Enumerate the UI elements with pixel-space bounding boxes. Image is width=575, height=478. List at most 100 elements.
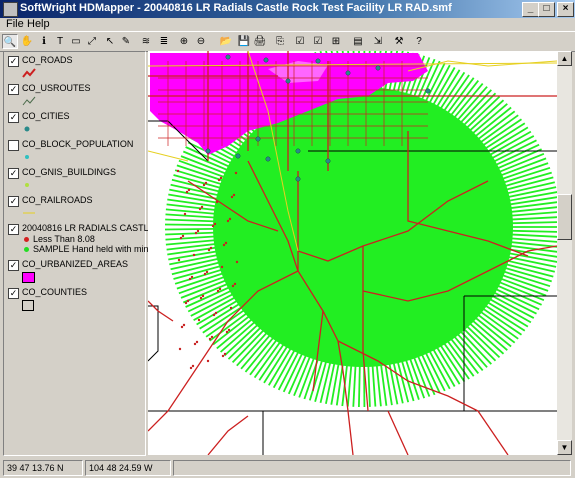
legend-layer-co-usroutes[interactable]: ✓ CO_USROUTES <box>6 82 146 108</box>
open-tool-icon: 📂 <box>219 36 233 47</box>
zoom-in-tool-icon: ⊕ <box>179 36 189 47</box>
city-marker <box>295 176 301 182</box>
app-icon[interactable] <box>3 2 18 17</box>
legend-layer-20040816-lr-radials-castle-ro[interactable]: ✓ 20040816 LR RADIALS CASTLE RO Less Than… <box>6 222 171 254</box>
check-tool-button[interactable]: ☑ <box>292 34 308 49</box>
weak-signal-point <box>216 289 220 293</box>
zoom-out-tool-icon: ⊖ <box>196 36 206 47</box>
layer-visibility-checkbox[interactable]: ✓ <box>8 288 19 299</box>
county-boundary <box>148 305 159 362</box>
legend-layer-co-block-population[interactable]: CO_BLOCK_POPULATION <box>6 138 146 164</box>
layers-tool-icon: ≋ <box>141 36 151 47</box>
settings-tool-button[interactable]: ⚒ <box>391 34 407 49</box>
weak-signal-point <box>201 294 205 298</box>
open-tool-button[interactable]: 📂 <box>218 34 234 49</box>
zoom-in-tool-button[interactable]: ⊕ <box>176 34 192 49</box>
add-layer-tool-icon: ⊞ <box>331 36 341 47</box>
layer-visibility-checkbox[interactable] <box>8 140 19 151</box>
text-tool-icon: T <box>56 36 64 47</box>
weak-signal-point <box>189 366 193 370</box>
select-tool-button[interactable]: ↖ <box>102 34 118 49</box>
legend-layer-co-cities[interactable]: ✓ CO_CITIES <box>6 110 146 136</box>
export-tool-button[interactable]: ⇲ <box>370 34 386 49</box>
copy-tool-button[interactable]: ⎘ <box>272 34 288 49</box>
weak-signal-point <box>205 270 209 274</box>
weak-signal-point <box>191 364 195 368</box>
menu-file[interactable]: File <box>6 18 24 30</box>
scroll-up-icon[interactable]: ▲ <box>557 51 572 66</box>
close-button[interactable]: × <box>557 2 574 17</box>
scroll-down-icon[interactable]: ▼ <box>557 440 572 455</box>
layer-visibility-checkbox[interactable]: ✓ <box>8 56 19 67</box>
layer-symbol-icon <box>22 152 36 165</box>
road <box>148 300 174 322</box>
weak-signal-point <box>225 330 229 334</box>
layer-symbol-icon <box>22 96 36 109</box>
weak-signal-point <box>197 318 201 322</box>
help-tool-icon: ? <box>416 36 422 47</box>
road <box>477 410 509 455</box>
print-tool-button[interactable]: 🖨 <box>252 34 268 49</box>
check-tool-icon: ☑ <box>295 36 305 47</box>
title-bar: SoftWright HDMapper - 20040816 LR Radial… <box>0 0 575 18</box>
info-tool-icon: ℹ <box>42 36 46 47</box>
weak-signal-point <box>213 222 217 226</box>
weak-signal-point <box>206 359 210 363</box>
layer-symbol-icon <box>22 208 36 221</box>
layer-visibility-checkbox[interactable]: ✓ <box>8 112 19 123</box>
pan-tool-button[interactable]: ✋ <box>19 34 35 49</box>
layer-name: CO_URBANIZED_AREAS <box>22 259 129 269</box>
save-tool-button[interactable]: 💾 <box>236 34 252 49</box>
legend-layer-co-urbanized-areas[interactable]: ✓ CO_URBANIZED_AREAS <box>6 258 146 284</box>
weak-signal-point <box>203 272 207 276</box>
minimize-button[interactable]: _ <box>522 2 539 17</box>
weak-signal-point <box>218 287 222 291</box>
layer-visibility-checkbox[interactable]: ✓ <box>8 196 19 207</box>
layer-visibility-checkbox[interactable]: ✓ <box>8 168 19 179</box>
check2-tool-icon: ☑ <box>313 36 323 47</box>
layer-visibility-checkbox[interactable]: ✓ <box>8 84 19 95</box>
info-tool-button[interactable]: ℹ <box>36 34 52 49</box>
help-tool-button[interactable]: ? <box>411 34 427 49</box>
line-tool-button[interactable]: ⤢ <box>84 34 100 49</box>
pick-tool-button[interactable]: ✎ <box>118 34 134 49</box>
maximize-button[interactable]: □ <box>538 2 555 17</box>
zoom-out-tool-button[interactable]: ⊖ <box>193 34 209 49</box>
weak-signal-point <box>210 335 214 339</box>
legend-layer-co-counties[interactable]: ✓ CO_COUNTIES <box>6 286 146 312</box>
zoom-tool-button[interactable]: 🔍 <box>2 34 18 49</box>
add-layer-tool-button[interactable]: ⊞ <box>328 34 344 49</box>
city-marker <box>315 58 321 64</box>
layer-visibility-checkbox[interactable]: ✓ <box>8 224 19 235</box>
weak-signal-point <box>186 299 190 303</box>
legend-layer-co-roads[interactable]: ✓ CO_ROADS <box>6 54 146 80</box>
weak-signal-point <box>229 306 233 310</box>
scroll-thumb[interactable] <box>557 194 572 240</box>
layer-props-tool-button[interactable]: ≣ <box>156 34 172 49</box>
layer-name: CO_ROADS <box>22 55 73 65</box>
label-tool-button[interactable]: ▭ <box>68 34 84 49</box>
vertical-scrollbar[interactable]: ▲ ▼ <box>557 51 572 455</box>
city-marker <box>235 153 241 159</box>
legend-layer-co-gnis-buildings[interactable]: ✓ CO_GNIS_BUILDINGS <box>6 166 146 192</box>
text-tool-button[interactable]: T <box>52 34 68 49</box>
map-canvas[interactable] <box>148 51 557 455</box>
layer-symbol-icon <box>22 68 36 81</box>
weak-signal-point <box>227 328 231 332</box>
weak-signal-point <box>235 260 239 264</box>
weak-signal-point <box>187 188 191 192</box>
weak-signal-point <box>204 181 208 185</box>
settings-tool-icon: ⚒ <box>394 36 404 47</box>
check2-tool-button[interactable]: ☑ <box>310 34 326 49</box>
weak-signal-point <box>176 169 180 173</box>
print-tool-icon: 🖨 <box>253 36 267 47</box>
table-tool-button[interactable]: ▤ <box>350 34 366 49</box>
layer-visibility-checkbox[interactable]: ✓ <box>8 260 19 271</box>
menu-help[interactable]: Help <box>27 18 50 30</box>
layers-tool-button[interactable]: ≋ <box>138 34 154 49</box>
menu-bar: File Help <box>0 18 575 31</box>
class-label: Less Than 8.08 <box>33 234 95 244</box>
legend-layer-co-railroads[interactable]: ✓ CO_RAILROADS <box>6 194 146 220</box>
line-tool-icon: ⤢ <box>88 36 96 47</box>
weak-signal-point <box>199 296 203 300</box>
